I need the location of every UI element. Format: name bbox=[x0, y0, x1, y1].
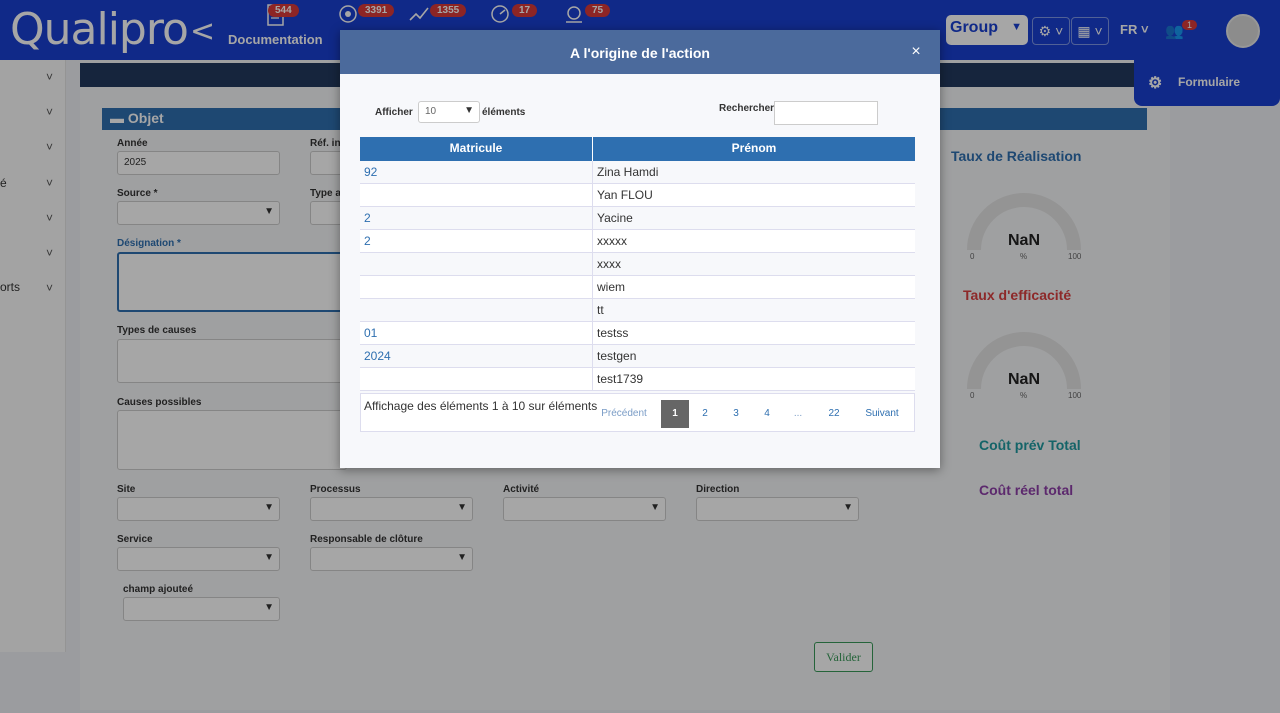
table-row[interactable]: 92 Zina Hamdi bbox=[360, 161, 915, 184]
column-header-matricule[interactable]: Matricule bbox=[360, 137, 593, 161]
table-row[interactable]: 2 xxxxx bbox=[360, 230, 915, 253]
pagination-page-4[interactable]: 4 bbox=[753, 400, 781, 428]
close-icon[interactable]: × bbox=[904, 42, 928, 62]
pagination-page-2[interactable]: 2 bbox=[691, 400, 719, 428]
table-row[interactable]: 2 Yacine bbox=[360, 207, 915, 230]
pagination-page-1[interactable]: 1 bbox=[661, 400, 689, 428]
pagination-previous[interactable]: Précédent bbox=[589, 400, 659, 428]
pagination-next[interactable]: Suivant bbox=[853, 400, 911, 428]
table-row[interactable]: xxxx bbox=[360, 253, 915, 276]
chevron-down-icon: ▼ bbox=[464, 105, 474, 116]
table-row[interactable]: 01 testss bbox=[360, 322, 915, 345]
table-row[interactable]: wiem bbox=[360, 276, 915, 299]
search-input[interactable] bbox=[774, 101, 878, 125]
pagination-page-22[interactable]: 22 bbox=[819, 400, 849, 428]
modal-title: A l'origine de l'action bbox=[340, 30, 940, 74]
search-icon[interactable] bbox=[880, 103, 898, 123]
table-footer: Affichage des éléments 1 à 10 sur élémen… bbox=[360, 393, 915, 432]
show-entries-suffix: éléments bbox=[482, 107, 526, 118]
pagination-ellipsis: ... bbox=[793, 408, 803, 419]
table-info: Affichage des éléments 1 à 10 sur élémen… bbox=[364, 399, 598, 413]
table-row[interactable]: 2024 testgen bbox=[360, 345, 915, 368]
search-label: Rechercher bbox=[719, 103, 775, 114]
table-header: Matricule Prénom bbox=[360, 137, 915, 161]
pagination-page-3[interactable]: 3 bbox=[722, 400, 750, 428]
table-row[interactable]: tt bbox=[360, 299, 915, 322]
origine-action-modal: A l'origine de l'action × Afficher 10 ▼ … bbox=[340, 30, 940, 468]
column-header-prenom[interactable]: Prénom bbox=[593, 137, 915, 161]
show-entries-label: Afficher bbox=[375, 107, 413, 118]
show-entries-select[interactable]: 10 ▼ bbox=[418, 101, 480, 123]
table-row[interactable]: test1739 bbox=[360, 368, 915, 391]
table-row[interactable]: Yan FLOU bbox=[360, 184, 915, 207]
